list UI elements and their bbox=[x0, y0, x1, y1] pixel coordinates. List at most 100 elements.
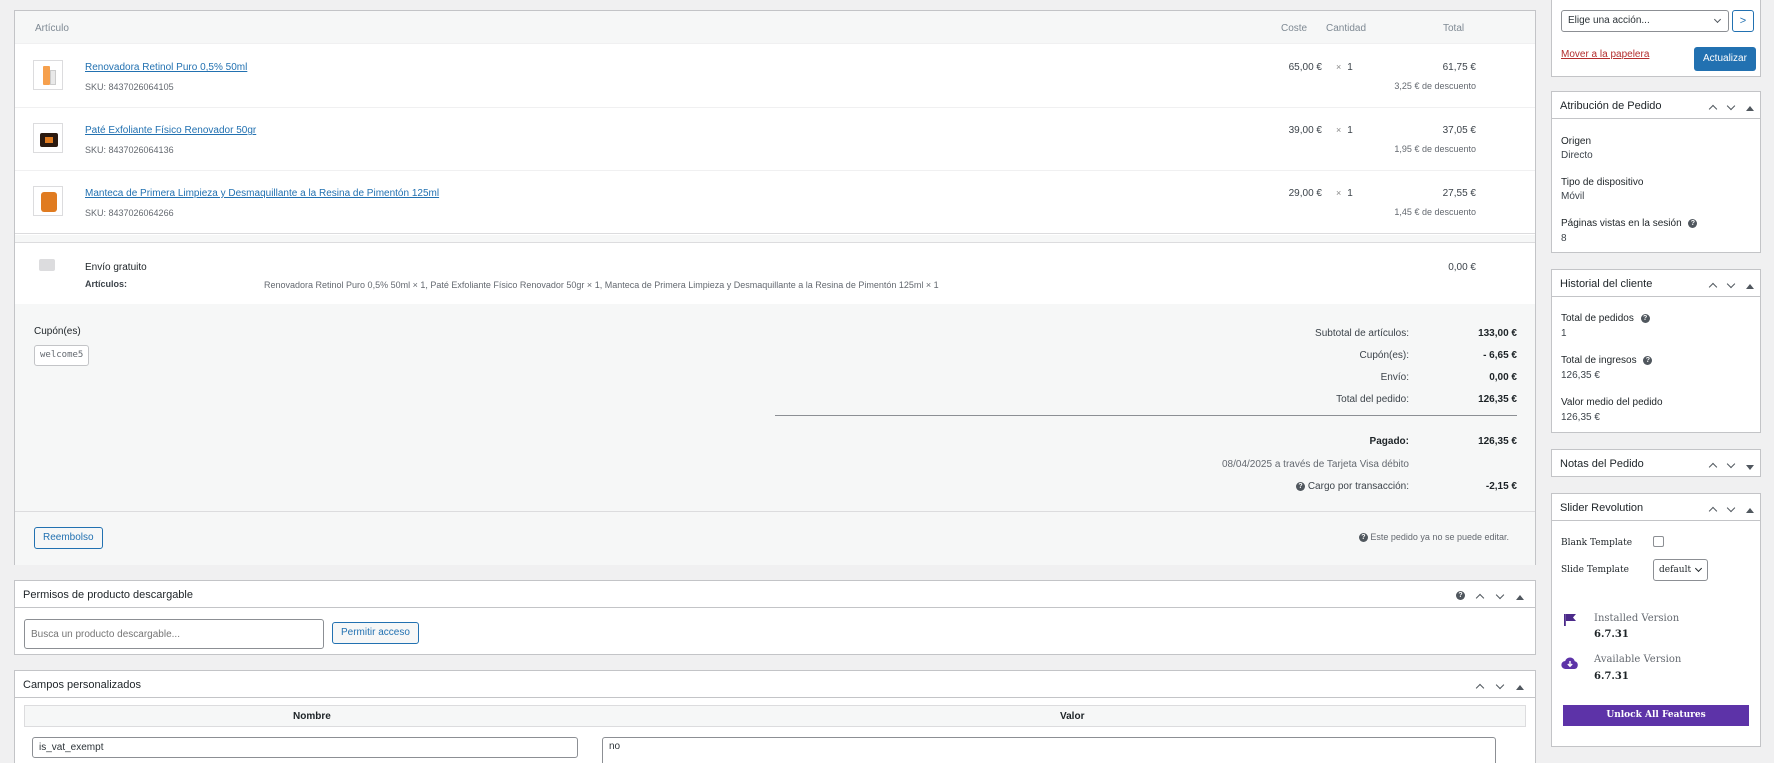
unlock-all-features-button[interactable]: Unlock All Features bbox=[1563, 705, 1749, 726]
header-total: Total bbox=[1443, 23, 1465, 34]
header-item: Artículo bbox=[35, 23, 69, 34]
product-thumbnail[interactable] bbox=[33, 123, 63, 153]
order-actions-box: Elige una acción... > Mover a la papeler… bbox=[1551, 0, 1761, 77]
grant-access-button[interactable]: Permitir acceso bbox=[332, 622, 419, 644]
blank-template-label: Blank Template bbox=[1561, 538, 1633, 548]
paid-value: 126,35 € bbox=[1478, 436, 1517, 447]
help-icon[interactable]: ? bbox=[1643, 356, 1653, 365]
shipping-items-value: Renovadora Retinol Puro 0,5% 50ml × 1, P… bbox=[264, 280, 939, 290]
custom-field-name-input[interactable]: is_vat_exempt bbox=[32, 737, 578, 758]
pages-value: 8 bbox=[1561, 233, 1567, 244]
move-up-icon[interactable] bbox=[1708, 505, 1718, 517]
blank-template-checkbox[interactable] bbox=[1653, 536, 1664, 547]
subtotal-label: Subtotal de artículos: bbox=[1315, 328, 1409, 339]
subtotal-value: 133,00 € bbox=[1478, 328, 1517, 339]
move-down-icon[interactable] bbox=[1495, 679, 1505, 691]
help-icon-wrap: ? bbox=[1456, 589, 1465, 601]
move-down-icon[interactable] bbox=[1726, 100, 1736, 112]
item-sku: SKU: 8437026064105 bbox=[85, 82, 174, 92]
slide-template-select[interactable]: default bbox=[1653, 559, 1708, 581]
shipping-total: 0,00 € bbox=[1448, 262, 1476, 273]
order-action-select[interactable]: Elige una acción... bbox=[1561, 10, 1729, 32]
totals-divider bbox=[775, 415, 1517, 416]
item-name-link[interactable]: Renovadora Retinol Puro 0,5% 50ml bbox=[85, 62, 247, 73]
box-header: Historial del cliente bbox=[1552, 270, 1760, 297]
coupons-total-value: - 6,65 € bbox=[1483, 350, 1517, 361]
item-row: Manteca de Primera Limpieza y Desmaquill… bbox=[15, 171, 1535, 234]
times-sign: × bbox=[1336, 188, 1342, 198]
move-up-icon[interactable] bbox=[1475, 682, 1485, 694]
header-cost: Coste bbox=[1281, 23, 1308, 34]
move-to-trash-link[interactable]: Mover a la papelera bbox=[1561, 49, 1649, 60]
order-notes-box: Notas del Pedido bbox=[1551, 449, 1761, 477]
move-up-icon[interactable] bbox=[1708, 461, 1718, 473]
installed-version-label: Installed Version bbox=[1594, 613, 1680, 624]
move-down-icon[interactable] bbox=[1495, 589, 1505, 601]
help-icon[interactable]: ? bbox=[1688, 219, 1698, 228]
total-revenue-label: Total de ingresos bbox=[1561, 355, 1637, 366]
toggle-panel-icon[interactable] bbox=[1746, 504, 1754, 516]
apply-action-button[interactable]: > bbox=[1732, 10, 1754, 32]
header-qty: Cantidad bbox=[1326, 23, 1367, 34]
toggle-panel-icon[interactable] bbox=[1746, 461, 1754, 473]
not-editable-note: ? Este pedido ya no se puede editar. bbox=[1358, 532, 1509, 542]
toggle-panel-icon[interactable] bbox=[1516, 681, 1524, 693]
item-name-link[interactable]: Manteca de Primera Limpieza y Desmaquill… bbox=[85, 188, 439, 199]
fee-label-wrap: ? Cargo por transacción: bbox=[1296, 481, 1409, 492]
move-up-icon[interactable] bbox=[1475, 592, 1485, 604]
available-version-value: 6.7.31 bbox=[1594, 671, 1629, 682]
help-icon[interactable]: ? bbox=[1296, 482, 1306, 491]
item-name-link[interactable]: Paté Exfoliante Físico Renovador 50gr bbox=[85, 125, 256, 136]
item-total: 27,55 € bbox=[1442, 188, 1476, 199]
box-title: Campos personalizados bbox=[23, 679, 142, 691]
shipping-items-label: Artículos: bbox=[85, 279, 128, 289]
product-thumbnail[interactable] bbox=[33, 60, 63, 90]
coupon-code[interactable]: welcome5 bbox=[34, 345, 90, 366]
help-icon[interactable]: ? bbox=[1640, 314, 1650, 323]
download-search-input[interactable] bbox=[24, 619, 324, 649]
move-up-icon[interactable] bbox=[1708, 103, 1718, 115]
total-orders-label: Total de pedidos bbox=[1561, 313, 1634, 324]
refund-button[interactable]: Reembolso bbox=[34, 527, 103, 549]
times-sign: × bbox=[1336, 62, 1342, 72]
toggle-panel-icon[interactable] bbox=[1516, 591, 1524, 603]
jar-label bbox=[45, 137, 53, 143]
move-down-icon[interactable] bbox=[1726, 278, 1736, 290]
box-header: Notas del Pedido bbox=[1552, 450, 1760, 477]
total-orders-value: 1 bbox=[1561, 328, 1567, 339]
coupons-total-label: Cupón(es): bbox=[1359, 350, 1409, 361]
total-orders-label-wrap: Total de pedidos ? bbox=[1561, 313, 1650, 324]
col-name: Nombre bbox=[293, 711, 331, 722]
help-icon[interactable]: ? bbox=[1456, 591, 1465, 600]
custom-field-value-textarea[interactable]: no bbox=[602, 737, 1496, 763]
slide-template-label: Slide Template bbox=[1561, 565, 1629, 575]
move-down-icon[interactable] bbox=[1726, 502, 1736, 514]
toggle-panel-icon[interactable] bbox=[1746, 280, 1754, 292]
help-icon[interactable]: ? bbox=[1358, 533, 1368, 542]
item-cost: 29,00 € bbox=[1288, 188, 1322, 199]
toggle-panel-icon[interactable] bbox=[1746, 102, 1754, 114]
fee-label: Cargo por transacción: bbox=[1307, 481, 1409, 492]
shipping-icon bbox=[39, 259, 55, 271]
available-version-label: Available Version bbox=[1594, 654, 1682, 665]
device-value: Móvil bbox=[1561, 191, 1585, 202]
item-row: Paté Exfoliante Físico Renovador 50gr SK… bbox=[15, 108, 1535, 171]
avg-order-label: Valor medio del pedido bbox=[1561, 397, 1663, 408]
move-up-icon[interactable] bbox=[1708, 281, 1718, 293]
downloadable-permissions-box: Permisos de producto descargable ? Permi… bbox=[14, 580, 1536, 655]
slider-revolution-box: Slider Revolution Blank Template Slide T… bbox=[1551, 493, 1761, 747]
box-title: Permisos de producto descargable bbox=[23, 589, 193, 601]
origin-label: Origen bbox=[1561, 136, 1592, 147]
product-thumbnail[interactable] bbox=[33, 186, 63, 216]
item-discount: 3,25 € de descuento bbox=[1394, 81, 1476, 91]
move-down-icon[interactable] bbox=[1726, 458, 1736, 470]
not-editable-text: Este pedido ya no se puede editar. bbox=[1370, 532, 1509, 542]
paid-via: 08/04/2025 a través de Tarjeta Visa débi… bbox=[1222, 459, 1409, 470]
flag-icon bbox=[1564, 614, 1576, 626]
item-qty: × 1 bbox=[1336, 125, 1353, 136]
update-button[interactable]: Actualizar bbox=[1694, 47, 1756, 71]
item-qty-value: 1 bbox=[1347, 125, 1353, 136]
box-header: Slider Revolution bbox=[1552, 494, 1760, 521]
box-title: Slider Revolution bbox=[1560, 502, 1644, 514]
order-total-value: 126,35 € bbox=[1478, 394, 1517, 405]
